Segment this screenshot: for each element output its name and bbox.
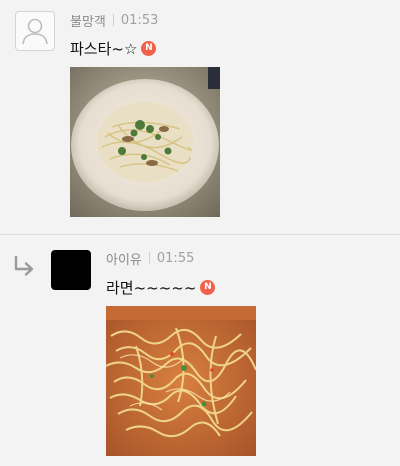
new-badge: N [200, 279, 216, 295]
new-badge: N [141, 40, 157, 56]
comment-meta: 아이유 01:55 [106, 249, 195, 268]
author-name[interactable]: 불망객 [70, 11, 106, 30]
pasta-photo[interactable] [70, 67, 220, 217]
default-user-icon [22, 18, 48, 45]
avatar[interactable] [51, 250, 91, 290]
ramen-photo[interactable] [106, 306, 256, 456]
avatar[interactable] [15, 11, 55, 51]
comment-item: 불망객 01:53 파스타~☆ N [0, 0, 400, 234]
comment-text: 라면~~~~~ [106, 278, 197, 297]
comment-text-row: 파스타~☆ N [70, 37, 157, 59]
comment-time: 01:53 [120, 12, 159, 28]
meta-separator [112, 14, 114, 26]
comment-time: 01:55 [156, 250, 195, 266]
meta-separator [148, 252, 150, 264]
comment-text-row: 라면~~~~~ N [106, 276, 216, 298]
author-name[interactable]: 아이유 [106, 249, 142, 268]
comment-meta: 불망객 01:53 [70, 11, 159, 30]
comment-text: 파스타~☆ [70, 39, 138, 58]
reply-arrow-icon [14, 256, 34, 276]
reply-comment-item: 아이유 01:55 라면~~~~~ N [0, 235, 400, 466]
comment-thread: 불망객 01:53 파스타~☆ N 아이유 01:55 라면~~~~~ N [0, 0, 400, 466]
